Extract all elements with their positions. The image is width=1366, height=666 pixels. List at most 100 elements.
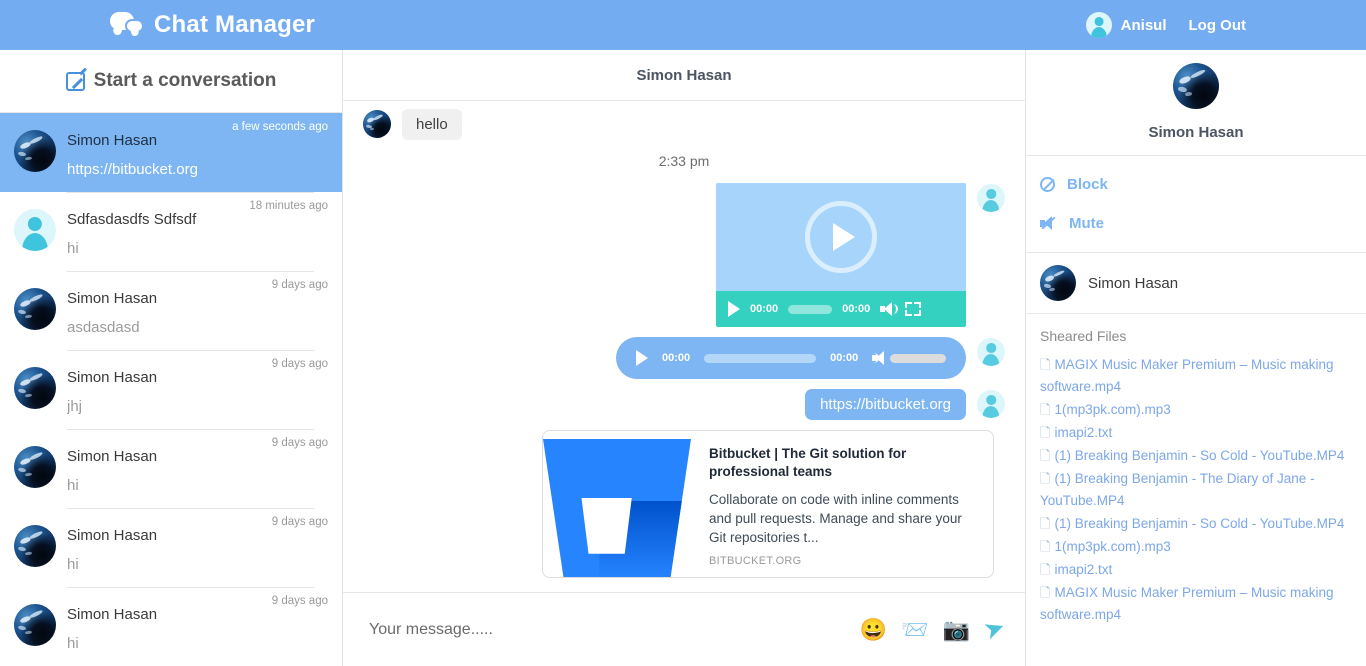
conversation-name: Simon Hasan	[67, 290, 158, 307]
pencil-square-icon	[65, 71, 85, 91]
conversation-item[interactable]: 9 days ago Simon Hasan asdasdasd	[0, 271, 342, 350]
video-screen[interactable]	[716, 183, 966, 291]
audio-progress-bar[interactable]	[704, 353, 817, 363]
start-conversation-label: Start a conversation	[93, 70, 277, 91]
document-icon: 🗋	[1040, 562, 1051, 577]
envelope-with-arrow-icon[interactable]: 📨	[901, 618, 928, 641]
globe-avatar-icon	[1040, 265, 1076, 301]
conversation-item[interactable]: a few seconds ago Simon Hasan https://bitb…	[0, 113, 342, 192]
chat-manager-app: Chat Manager Anisul Log Out Start a conv…	[0, 0, 1366, 666]
link-preview-card[interactable]: Bitbucket | The Git solution for profess…	[542, 430, 994, 578]
conversation-preview: hi	[67, 635, 79, 652]
speaker-mute-icon	[1040, 216, 1057, 231]
bitbucket-logo-icon	[543, 431, 695, 577]
grinning-face-icon[interactable]: 😀	[860, 618, 887, 641]
message-scroll-area[interactable]: hello 2:33 pm 00:00 00:00 00:00 00:00 ht…	[343, 101, 1025, 592]
profile-sidebar: Simon Hasan Block Mute Simon Hasan Shear…	[1026, 50, 1366, 666]
video-player[interactable]: 00:00 00:00	[716, 183, 966, 327]
person-avatar-icon	[977, 338, 1005, 366]
document-icon: 🗋	[1040, 357, 1051, 372]
audio-volume-bar[interactable]	[890, 353, 946, 363]
conversation-text: 9 days ago Simon Hasan jhj	[67, 350, 328, 418]
conversation-time: 18 minutes ago	[249, 200, 328, 212]
globe-avatar-icon	[363, 110, 391, 138]
shared-file-item[interactable]: 🗋 (1) Breaking Benjamin - So Cold - YouTu…	[1040, 513, 1350, 535]
message-timestamp: 2:33 pm	[658, 153, 710, 169]
brand: Chat Manager	[110, 11, 315, 39]
video-message[interactable]: 00:00 00:00	[716, 183, 966, 327]
shared-files-section: Sheared Files 🗋 MAGIX Music Maker Premium…	[1026, 314, 1366, 666]
block-button[interactable]: Block	[1040, 166, 1366, 205]
conversation-text: 9 days ago Simon Hasan hi	[67, 429, 328, 497]
document-icon: 🗋	[1040, 402, 1051, 417]
audio-duration: 00:00	[830, 352, 859, 364]
send-paper-plane-icon[interactable]: ➤	[980, 612, 1009, 645]
chat-panel: Simon Hasan hello 2:33 pm 00:00 00:00 00…	[343, 50, 1026, 666]
globe-avatar-icon	[14, 288, 56, 330]
shared-file-item[interactable]: 🗋 (1) Breaking Benjamin - So Cold - YouTu…	[1040, 445, 1350, 467]
link-preview-title: Bitbucket | The Git solution for profess…	[709, 446, 907, 479]
chat-header: Simon Hasan	[343, 50, 1025, 101]
message-row-video: 00:00 00:00	[363, 183, 1005, 327]
conversation-text: 9 days ago Simon Hasan hi	[67, 587, 328, 655]
shared-file-item[interactable]: 🗋 imapi2.txt	[1040, 559, 1350, 581]
profile-actions: Block Mute	[1026, 156, 1366, 253]
message-row-incoming: hello	[363, 109, 1005, 140]
speaker-icon[interactable]	[872, 351, 885, 365]
shared-file-item[interactable]: 🗋 (1) Breaking Benjamin - The Diary of Ja…	[1040, 468, 1350, 512]
speaker-icon[interactable]	[880, 302, 899, 316]
contact-name: Simon Hasan	[1088, 274, 1179, 292]
conversation-item[interactable]: 18 minutes ago Sdfasdasdfs Sdfsdf hi	[0, 192, 342, 271]
start-conversation-button[interactable]: Start a conversation	[0, 50, 342, 113]
play-icon[interactable]	[636, 350, 648, 366]
message-bubble-link[interactable]: https://bitbucket.org	[805, 389, 966, 420]
audio-player[interactable]: 00:00 00:00	[616, 337, 966, 379]
conversation-item[interactable]: 9 days ago Simon Hasan jhj	[0, 350, 342, 429]
conversation-list[interactable]: a few seconds ago Simon Hasan https://bitb…	[0, 113, 342, 666]
conversation-text: 18 minutes ago Sdfasdasdfs Sdfsdf hi	[67, 192, 328, 260]
shared-file-item[interactable]: 🗋 MAGIX Music Maker Premium – Music makin…	[1040, 582, 1350, 626]
link-preview-source: BITBUCKET.ORG	[709, 555, 802, 567]
conversation-time: 9 days ago	[271, 516, 328, 528]
video-controls[interactable]: 00:00 00:00	[716, 291, 966, 327]
document-icon: 🗋	[1040, 516, 1051, 531]
video-progress-bar[interactable]	[788, 304, 833, 314]
logout-button[interactable]: Log Out	[1189, 17, 1246, 34]
shared-file-name: (1) Breaking Benjamin - So Cold - YouTub…	[1054, 516, 1345, 531]
document-icon: 🗋	[1040, 539, 1051, 554]
person-avatar-icon	[977, 184, 1005, 212]
conversation-item[interactable]: 9 days ago Simon Hasan hi	[0, 587, 342, 666]
shared-file-item[interactable]: 🗋 1(mp3pk.com).mp3	[1040, 399, 1350, 421]
globe-avatar-icon	[14, 367, 56, 409]
ban-circle-icon	[1040, 177, 1055, 192]
conversation-preview: hi	[67, 556, 79, 573]
conversation-item[interactable]: 9 days ago Simon Hasan hi	[0, 508, 342, 587]
camera-icon[interactable]: 📷	[943, 618, 970, 641]
profile-header: Simon Hasan	[1026, 50, 1366, 156]
conversation-name: Simon Hasan	[67, 448, 158, 465]
shared-file-item[interactable]: 🗋 1(mp3pk.com).mp3	[1040, 536, 1350, 558]
message-input[interactable]	[369, 620, 846, 639]
shared-file-name: (1) Breaking Benjamin - So Cold - YouTub…	[1054, 448, 1345, 463]
mute-label: Mute	[1069, 215, 1104, 232]
link-preview-body: Bitbucket | The Git solution for profess…	[695, 431, 993, 577]
conversation-item[interactable]: 9 days ago Simon Hasan hi	[0, 429, 342, 508]
play-circle-icon[interactable]	[805, 201, 877, 273]
shared-files-list[interactable]: 🗋 MAGIX Music Maker Premium – Music makin…	[1040, 354, 1350, 626]
mute-button[interactable]: Mute	[1040, 205, 1366, 244]
globe-avatar-icon	[14, 446, 56, 488]
conversation-text: 9 days ago Simon Hasan asdasdasd	[67, 271, 328, 339]
conversation-name: Simon Hasan	[67, 527, 158, 544]
conversation-preview: asdasdasd	[67, 319, 140, 336]
shared-file-item[interactable]: 🗋 MAGIX Music Maker Premium – Music makin…	[1040, 354, 1350, 398]
contact-row[interactable]: Simon Hasan	[1026, 253, 1366, 314]
user-chip[interactable]: Anisul	[1085, 12, 1167, 38]
conversation-text: a few seconds ago Simon Hasan https://bitb…	[67, 121, 328, 181]
shared-file-name: imapi2.txt	[1054, 425, 1113, 440]
globe-avatar-icon	[1173, 63, 1219, 109]
video-current-time: 00:00	[750, 303, 779, 315]
block-label: Block	[1067, 176, 1108, 193]
shared-file-item[interactable]: 🗋 imapi2.txt	[1040, 422, 1350, 444]
play-icon[interactable]	[728, 301, 740, 317]
fullscreen-icon[interactable]	[905, 302, 922, 316]
